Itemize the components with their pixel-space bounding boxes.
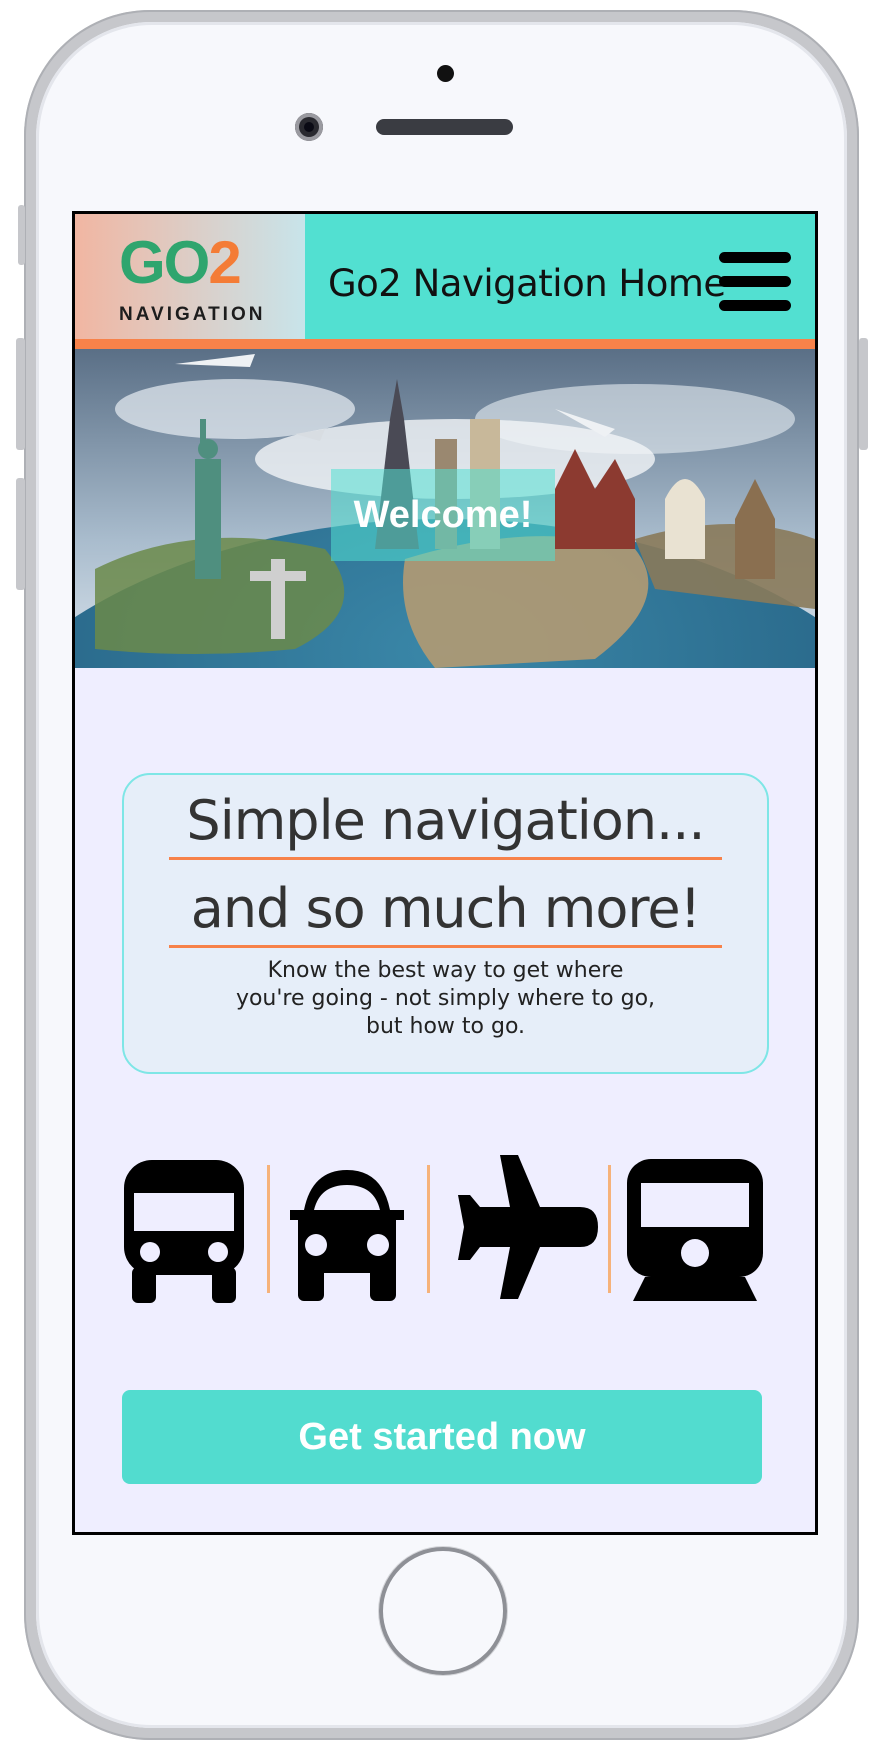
- hamburger-menu-icon[interactable]: [715, 252, 795, 312]
- welcome-banner: Welcome!: [331, 469, 555, 561]
- intro-card: Simple navigation... and so much more! K…: [122, 773, 769, 1074]
- proximity-sensor: [437, 65, 454, 82]
- icon-divider: [267, 1165, 270, 1293]
- header-accent-bar: [75, 339, 815, 349]
- logo-subtitle: NAVIGATION: [119, 304, 266, 325]
- front-camera-icon: [295, 113, 323, 141]
- home-button[interactable]: [379, 1547, 507, 1675]
- transport-modes: [122, 1155, 765, 1305]
- icon-divider: [427, 1165, 430, 1293]
- logo-wordmark: GO2: [119, 229, 242, 296]
- go2-logo[interactable]: GO2 NAVIGATION: [75, 214, 305, 339]
- headline-underline-2: [169, 945, 722, 948]
- icon-divider: [608, 1165, 611, 1293]
- app-screen: GO2 NAVIGATION Go2 Navigation Home Welco…: [72, 211, 818, 1535]
- car-icon: [290, 1170, 404, 1301]
- earpiece-speaker: [376, 119, 513, 135]
- power-button: [859, 338, 868, 450]
- train-icon: [627, 1159, 763, 1301]
- airplane-icon: [458, 1155, 598, 1299]
- volume-down-button: [16, 478, 25, 590]
- headline-line-2: and so much more!: [190, 877, 702, 940]
- headline-underline-1: [169, 857, 722, 860]
- tagline: Know the best way to get where you're go…: [235, 958, 656, 1039]
- headline-line-1: Simple navigation...: [186, 789, 705, 852]
- page-title: Go2 Navigation Home: [328, 262, 726, 305]
- hero-banner: Welcome!: [75, 349, 815, 668]
- silent-switch: [18, 205, 25, 265]
- volume-up-button: [16, 338, 25, 450]
- main-content: Simple navigation... and so much more! K…: [75, 668, 815, 1532]
- app-header: GO2 NAVIGATION Go2 Navigation Home: [75, 214, 815, 339]
- bus-icon: [124, 1160, 244, 1303]
- get-started-button[interactable]: Get started now: [122, 1390, 762, 1484]
